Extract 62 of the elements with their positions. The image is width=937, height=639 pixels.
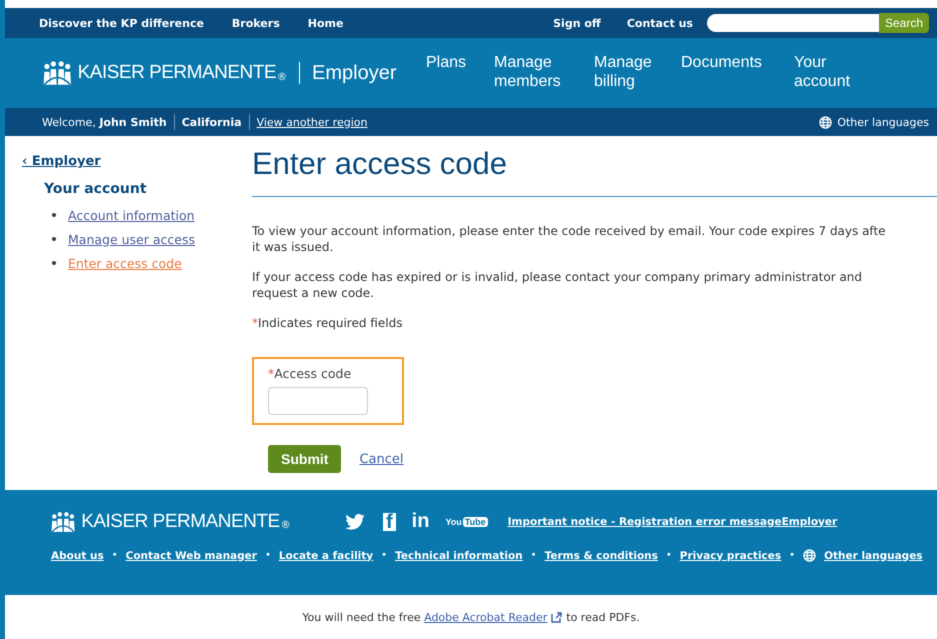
top-link[interactable]: Discover the KP difference: [39, 16, 204, 30]
globe-icon: [819, 116, 832, 128]
top-link[interactable]: Sign off: [553, 16, 601, 30]
footer-link[interactable]: About us: [51, 550, 104, 562]
separator-dot: •: [666, 550, 672, 561]
footer-link[interactable]: Privacy practices: [680, 550, 782, 562]
logo-icon: [51, 510, 76, 532]
region-link[interactable]: View another region: [256, 116, 368, 128]
field-label: *Access code: [268, 366, 352, 381]
required-note: *Indicates required fields: [252, 315, 404, 331]
nav-link[interactable]: Your account: [794, 53, 856, 91]
sidebar-link[interactable]: Account information: [68, 208, 195, 222]
search-field[interactable]: [706, 14, 879, 32]
top-link[interactable]: Brokers: [232, 16, 280, 30]
globe-icon: [803, 549, 816, 562]
paragraph: If your access code has expired or is invalid, please contact your company primary administrator and request a new code.: [252, 269, 864, 301]
separator-dot: •: [789, 550, 796, 561]
cancel-link[interactable]: Cancel: [359, 452, 404, 466]
section-title: Employer: [312, 62, 397, 84]
external-link-icon: [551, 612, 562, 622]
footer-link[interactable]: Contact Web manager: [126, 550, 257, 562]
pdf-note-end: to read PDFs.: [566, 610, 640, 624]
bullet: [52, 237, 56, 241]
footer-link[interactable]: Technical information: [395, 550, 523, 562]
acrobat-link[interactable]: Adobe Acrobat Reader: [424, 610, 548, 624]
separator-dot: •: [264, 550, 271, 561]
notice-link[interactable]: Important notice - Registration error messageEmployer: [508, 516, 838, 528]
registered-mark: ®: [277, 72, 288, 82]
separator-dot: •: [381, 550, 388, 561]
languages-link[interactable]: Other languages: [837, 116, 929, 128]
footer-link[interactable]: Locate a facility: [278, 550, 374, 562]
brand-name: KAISER PERMANENTE: [78, 62, 276, 84]
separator-dot: •: [530, 550, 537, 561]
nav-link[interactable]: Manage billing: [594, 53, 664, 91]
registered-mark: ®: [280, 520, 291, 531]
footer-link[interactable]: Other languages: [824, 550, 923, 562]
separator-dot: •: [112, 550, 118, 561]
bullet: [52, 213, 56, 217]
submit-button[interactable]: Submit: [268, 445, 342, 473]
linkedin-icon[interactable]: in: [412, 510, 430, 533]
brand-name: KAISER PERMANENTE: [81, 510, 280, 532]
sidebar-link[interactable]: Enter access code: [68, 256, 182, 270]
search-button[interactable]: Search: [878, 13, 929, 33]
facebook-icon[interactable]: f: [383, 512, 396, 530]
sidebar-link[interactable]: Manage user access: [68, 232, 195, 246]
bird-icon[interactable]: [345, 514, 365, 530]
access-code-field[interactable]: [268, 387, 368, 415]
back-link[interactable]: ‹ Employer: [22, 154, 235, 169]
welcome-text: Welcome, John Smith: [42, 116, 167, 128]
sidebar-heading: Your account: [44, 181, 148, 197]
top-link[interactable]: Contact us: [626, 16, 693, 30]
bullet: [52, 261, 56, 265]
logo-icon: [43, 60, 72, 86]
nav-link[interactable]: Plans: [426, 53, 486, 72]
page-title: Enter access code: [252, 146, 937, 197]
footer-link[interactable]: Terms & conditions: [544, 550, 658, 562]
region-name: California: [182, 116, 242, 128]
nav-link[interactable]: Manage members: [494, 53, 569, 91]
paragraph: To view your account information, please enter the code received by email. Your code expires 7 days afte it was issued.: [252, 223, 887, 255]
top-link[interactable]: Home: [308, 16, 344, 30]
nav-link[interactable]: Documents: [681, 53, 781, 72]
pdf-note: You will need the free Adobe Acrobat Reader: [302, 610, 548, 624]
